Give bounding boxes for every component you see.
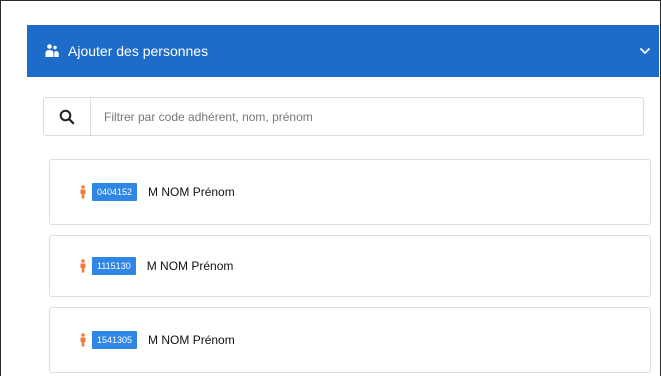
search-button[interactable] (44, 98, 91, 135)
member-code-badge: 0404152 (92, 183, 138, 201)
person-name: M NOM Prénom (146, 259, 234, 273)
person-icon (79, 333, 87, 347)
users-icon (44, 43, 60, 59)
person-name: M NOM Prénom (148, 185, 235, 199)
people-list: 0404152 M NOM Prénom 1115130 M NOM Préno… (49, 159, 651, 376)
add-people-panel-header[interactable]: Ajouter des personnes (27, 25, 659, 77)
list-item[interactable]: 1541305 M NOM Prénom (49, 307, 651, 373)
chevron-down-icon[interactable] (639, 44, 651, 56)
panel-title: Ajouter des personnes (68, 43, 209, 59)
list-item[interactable]: 1115130 M NOM Prénom (49, 235, 651, 297)
member-code-badge: 1541305 (92, 331, 138, 349)
search-icon (59, 109, 75, 124)
search-bar (43, 97, 644, 136)
list-item[interactable]: 0404152 M NOM Prénom (49, 159, 651, 225)
person-name: M NOM Prénom (148, 333, 235, 347)
person-icon (79, 259, 87, 273)
member-code-badge: 1115130 (92, 257, 136, 275)
person-icon (79, 185, 87, 199)
search-input[interactable] (91, 98, 643, 135)
add-people-widget: Ajouter des personnes 0404152 M NOM (0, 0, 661, 376)
